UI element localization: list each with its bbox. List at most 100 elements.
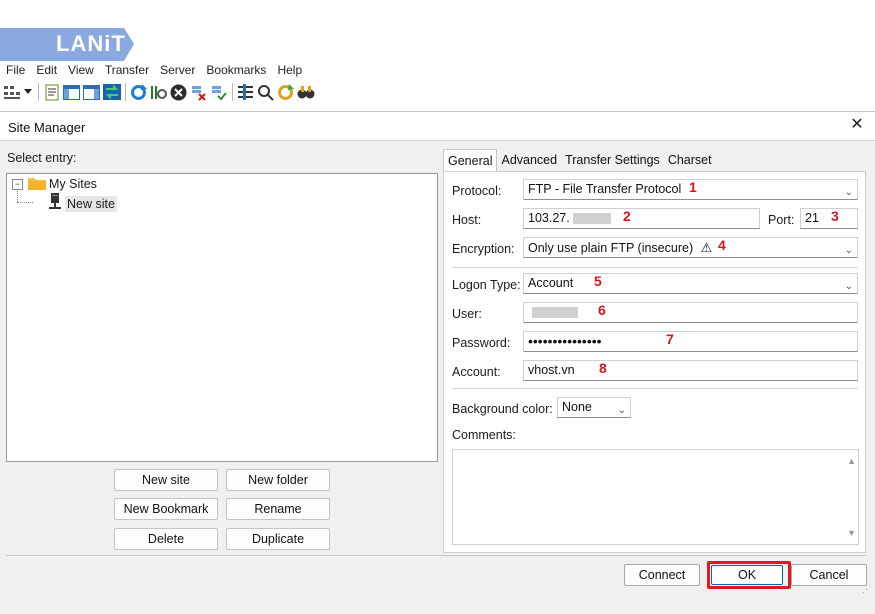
- server-icon: [49, 193, 61, 212]
- dialog-title: Site Manager: [8, 120, 86, 135]
- search-icon[interactable]: [296, 83, 315, 102]
- tree-item-new-site[interactable]: New site: [65, 196, 117, 212]
- logon-type-select[interactable]: Account ⌄: [523, 273, 858, 294]
- site-manager-icon[interactable]: [2, 83, 21, 102]
- compare-icon[interactable]: [256, 83, 275, 102]
- logon-type-value: Account: [528, 276, 574, 290]
- comments-textarea[interactable]: ▲ ▼: [452, 449, 859, 545]
- connect-button[interactable]: Connect: [624, 564, 700, 586]
- encryption-label: Encryption:: [452, 242, 515, 256]
- annotation-8: 8: [599, 360, 607, 376]
- port-input[interactable]: 21: [800, 208, 858, 229]
- menu-help[interactable]: Help: [277, 63, 302, 77]
- account-input[interactable]: vhost.vn: [523, 360, 858, 381]
- annotation-2: 2: [623, 208, 631, 224]
- comments-label: Comments:: [452, 428, 516, 442]
- folder-icon: [28, 176, 46, 193]
- cancel-button[interactable]: Cancel: [791, 564, 867, 586]
- general-panel: Protocol: FTP - File Transfer Protocol ⌄…: [443, 171, 866, 553]
- new-folder-button[interactable]: New folder: [226, 469, 330, 491]
- encryption-value: Only use plain FTP (insecure): [528, 241, 694, 255]
- dialog-titlebar: [0, 112, 875, 141]
- password-input[interactable]: •••••••••••••••: [523, 331, 858, 352]
- duplicate-button[interactable]: Duplicate: [226, 528, 330, 550]
- menu-edit[interactable]: Edit: [36, 63, 57, 77]
- delete-button[interactable]: Delete: [114, 528, 218, 550]
- cancel-icon[interactable]: [169, 83, 188, 102]
- transfer-queue-icon[interactable]: [102, 83, 121, 102]
- redacted-block: [532, 307, 578, 319]
- warning-icon: ⚠: [700, 240, 713, 255]
- port-label: Port:: [768, 213, 795, 227]
- rename-button[interactable]: Rename: [226, 498, 330, 520]
- protocol-label: Protocol:: [452, 184, 502, 198]
- reconnect-icon[interactable]: [209, 83, 228, 102]
- menu-view[interactable]: View: [68, 63, 94, 77]
- tab-transfer-settings[interactable]: Transfer Settings: [561, 149, 664, 171]
- chevron-down-icon: ⌄: [617, 405, 626, 416]
- chevron-down-icon: ⌄: [844, 245, 853, 256]
- local-tree-icon[interactable]: [62, 83, 81, 102]
- scroll-up-icon[interactable]: ▲: [847, 456, 856, 466]
- logo-text: LANiT: [56, 31, 126, 56]
- message-log-icon[interactable]: [42, 83, 61, 102]
- process-queue-icon[interactable]: [149, 83, 168, 102]
- user-label: User:: [452, 307, 482, 321]
- host-label: Host:: [452, 213, 482, 227]
- new-bookmark-button[interactable]: New Bookmark: [114, 498, 218, 520]
- background-color-value: None: [562, 400, 592, 414]
- tree-item-my-sites[interactable]: My Sites: [49, 177, 97, 191]
- toolbar: [2, 81, 316, 103]
- tree-line: [17, 189, 19, 202]
- menu-file[interactable]: File: [6, 63, 25, 77]
- redacted-block: [573, 213, 612, 225]
- toolbar-separator: [232, 83, 233, 101]
- tab-advanced[interactable]: Advanced: [497, 149, 561, 171]
- site-manager-dialog: Site Manager ✕ Select entry: − My Sites …: [0, 111, 875, 614]
- account-value: vhost.vn: [528, 363, 575, 377]
- site-tree[interactable]: − My Sites New site: [6, 173, 438, 462]
- encryption-select[interactable]: Only use plain FTP (insecure) ⚠ ⌄: [523, 237, 858, 258]
- annotation-4: 4: [718, 237, 726, 253]
- toolbar-separator: [38, 83, 39, 101]
- port-value: 21: [805, 211, 819, 225]
- annotation-1: 1: [689, 179, 697, 195]
- remote-tree-icon[interactable]: [82, 83, 101, 102]
- host-input[interactable]: 103.27.: [523, 208, 760, 229]
- tab-bar: General Advanced Transfer Settings Chars…: [443, 149, 716, 172]
- tab-general[interactable]: General: [443, 149, 498, 172]
- resize-grip-icon[interactable]: ⋰: [862, 584, 871, 595]
- background-color-select[interactable]: None ⌄: [557, 397, 631, 418]
- menu-server[interactable]: Server: [160, 63, 195, 77]
- dropdown-arrow-icon[interactable]: [22, 83, 34, 102]
- menu-transfer[interactable]: Transfer: [105, 63, 149, 77]
- tab-charset[interactable]: Charset: [664, 149, 716, 171]
- scroll-down-icon[interactable]: ▼: [847, 528, 856, 538]
- user-input[interactable]: [523, 302, 858, 323]
- tree-line: [17, 202, 33, 204]
- refresh-icon[interactable]: [129, 83, 148, 102]
- background-color-label: Background color:: [452, 402, 553, 416]
- footer-divider: [6, 555, 866, 556]
- lanit-logo: LANiT: [0, 28, 134, 61]
- directory-filter-icon[interactable]: [236, 83, 255, 102]
- new-site-button[interactable]: New site: [114, 469, 218, 491]
- divider: [452, 388, 858, 389]
- logon-type-label: Logon Type:: [452, 278, 521, 292]
- password-value: •••••••••••••••: [528, 333, 602, 349]
- divider: [452, 267, 858, 268]
- close-icon[interactable]: ✕: [848, 116, 866, 134]
- chevron-down-icon: ⌄: [844, 187, 853, 198]
- ok-button[interactable]: OK: [711, 565, 783, 585]
- menu-bookmarks[interactable]: Bookmarks: [206, 63, 266, 77]
- annotation-5: 5: [594, 273, 602, 289]
- annotation-7: 7: [666, 331, 674, 347]
- toolbar-separator: [125, 83, 126, 101]
- synchronized-browsing-icon[interactable]: [276, 83, 295, 102]
- disconnect-icon[interactable]: [189, 83, 208, 102]
- annotation-3: 3: [831, 208, 839, 224]
- password-label: Password:: [452, 336, 511, 350]
- annotation-6: 6: [598, 302, 606, 318]
- host-value: 103.27.: [528, 211, 570, 225]
- protocol-value: FTP - File Transfer Protocol: [528, 182, 682, 196]
